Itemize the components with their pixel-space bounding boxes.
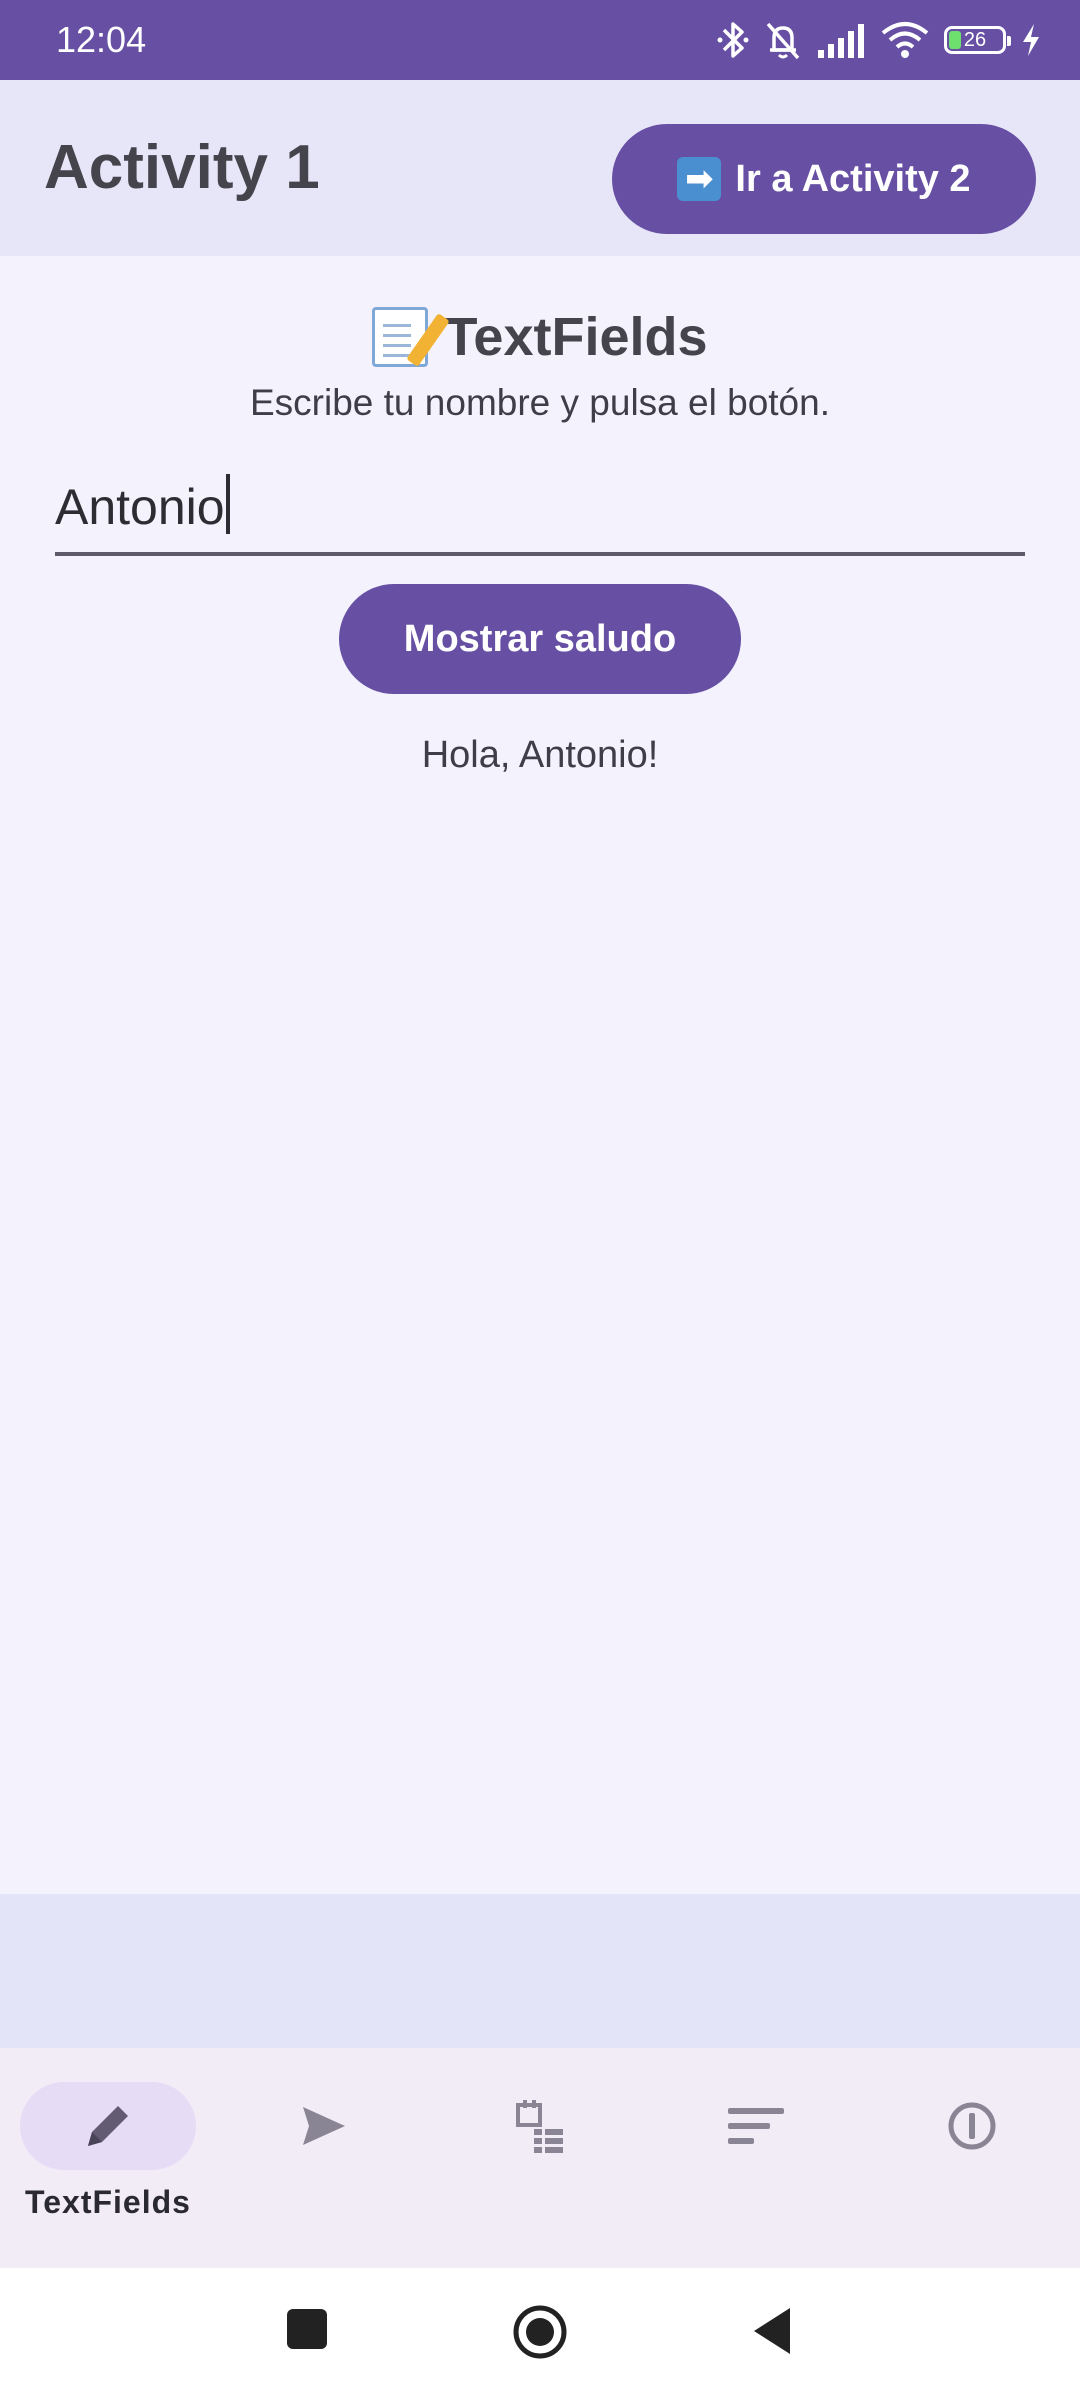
show-greeting-button[interactable]: Mostrar saludo bbox=[339, 584, 741, 694]
nav-active-indicator bbox=[20, 2082, 196, 2170]
section-title-text: TextFields bbox=[444, 307, 708, 367]
nav-item-sort[interactable] bbox=[648, 2082, 864, 2242]
go-button-label: Ir a Activity 2 bbox=[735, 157, 971, 200]
section-subtitle: Escribe tu nombre y pulsa el botón. bbox=[250, 382, 830, 423]
system-navigation-bar bbox=[0, 2268, 1080, 2400]
top-app-bar: Activity 1 ➡ Ir a Activity 2 bbox=[0, 80, 1080, 256]
info-icon bbox=[948, 2102, 996, 2150]
recents-square-icon[interactable] bbox=[286, 2308, 328, 2350]
nav-item-label: TextFields bbox=[25, 2184, 191, 2220]
pencil-icon bbox=[88, 2106, 128, 2146]
main-content: TextFields Escribe tu nombre y pulsa el … bbox=[0, 256, 1080, 1894]
status-time: 12:04 bbox=[56, 19, 147, 60]
nav-item-send[interactable] bbox=[216, 2082, 432, 2242]
wifi-icon bbox=[881, 22, 929, 58]
go-to-activity-2-button[interactable]: ➡ Ir a Activity 2 bbox=[612, 124, 1036, 234]
show-greeting-label: Mostrar saludo bbox=[403, 617, 677, 660]
name-input[interactable]: Antonio bbox=[55, 460, 1025, 556]
home-circle-icon[interactable] bbox=[512, 2304, 568, 2360]
memo-icon bbox=[372, 307, 451, 367]
status-icons: 26 bbox=[716, 20, 1042, 60]
signal-icon bbox=[818, 24, 864, 58]
text-cursor bbox=[225, 474, 230, 534]
status-bar: 12:04 26 bbox=[0, 0, 1080, 80]
greeting-text: Hola, Antonio! bbox=[421, 734, 659, 776]
battery-icon: 26 bbox=[944, 26, 1011, 54]
send-icon bbox=[303, 2107, 345, 2145]
bell-off-icon bbox=[766, 22, 800, 60]
back-triangle-icon[interactable] bbox=[752, 2306, 792, 2356]
nav-item-calendar-list[interactable] bbox=[432, 2082, 648, 2242]
sort-lines-icon bbox=[728, 2108, 784, 2144]
bluetooth-icon bbox=[717, 22, 749, 58]
page-title: Activity 1 bbox=[44, 133, 320, 202]
battery-level: 26 bbox=[963, 28, 987, 51]
name-input-value: Antonio bbox=[55, 479, 225, 535]
arrow-right-icon: ➡ bbox=[677, 157, 722, 201]
charging-icon bbox=[1023, 24, 1039, 56]
nav-item-textfields[interactable]: TextFields bbox=[0, 2082, 216, 2242]
nav-item-info[interactable] bbox=[864, 2082, 1080, 2242]
calendar-list-icon bbox=[516, 2100, 563, 2153]
bottom-navigation-bar: TextFields bbox=[0, 2048, 1080, 2268]
bottom-spacer bbox=[0, 1894, 1080, 2048]
section-title: TextFields bbox=[0, 306, 1080, 368]
